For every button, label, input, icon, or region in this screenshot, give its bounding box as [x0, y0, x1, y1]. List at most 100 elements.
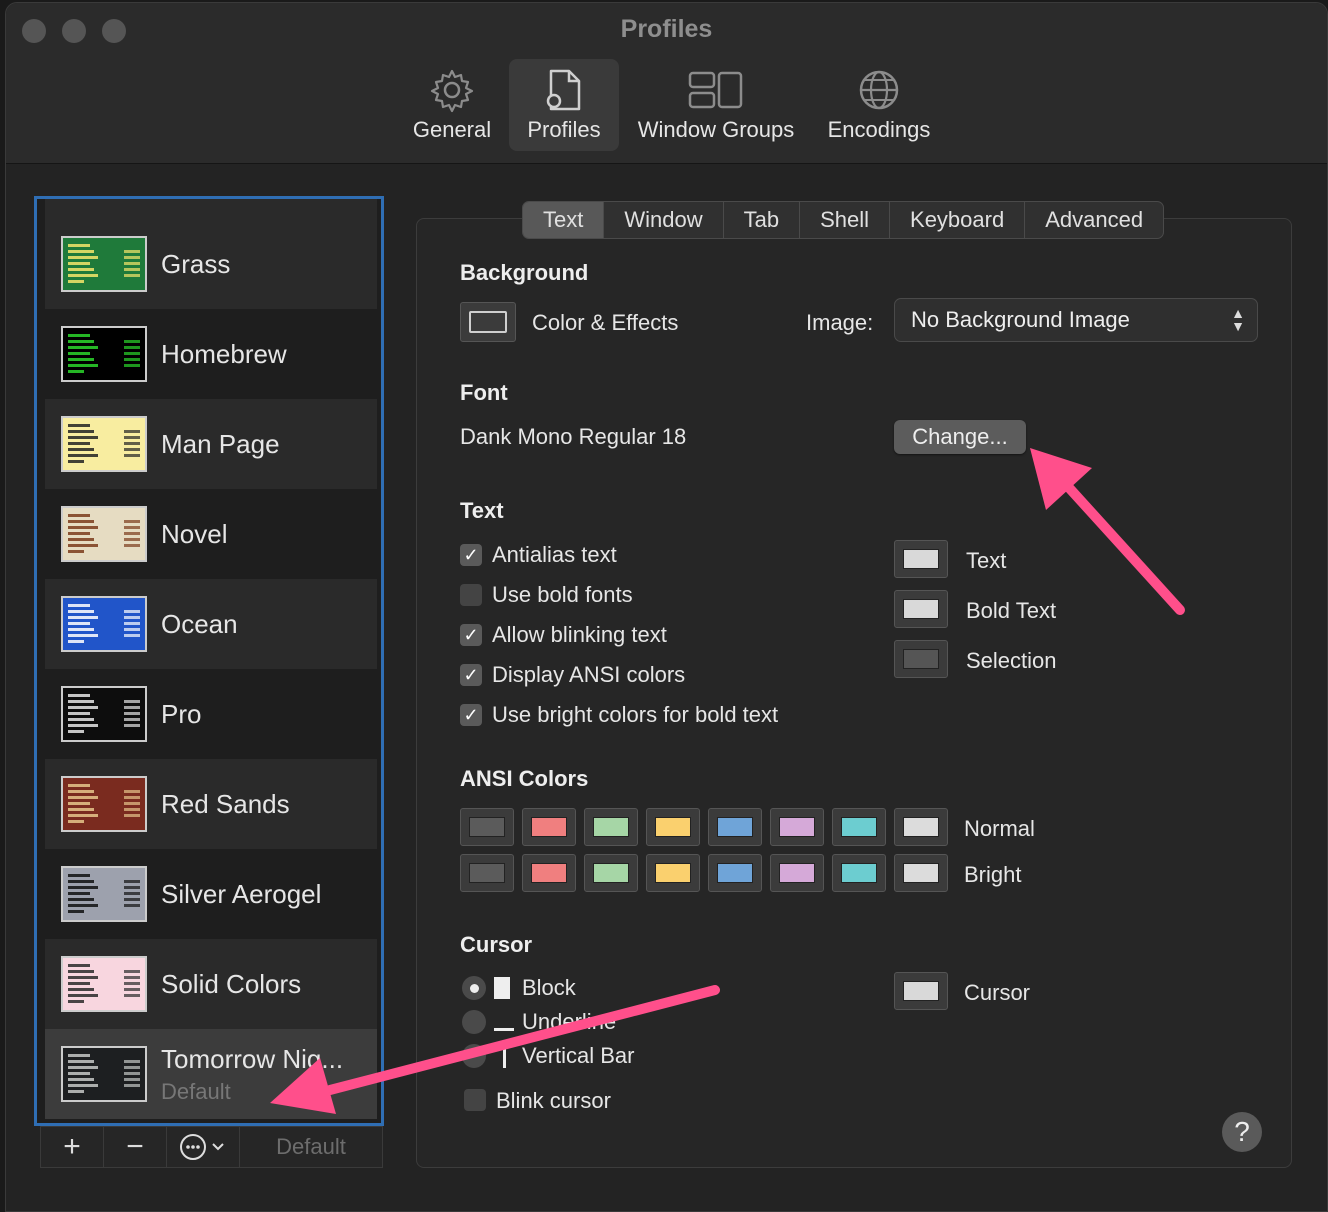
- profile-thumbnail: [61, 686, 147, 742]
- tab-window[interactable]: Window: [604, 202, 724, 238]
- ansi-normal-swatch[interactable]: [770, 808, 824, 846]
- more-actions-button[interactable]: [167, 1127, 240, 1167]
- cursor-underline-radio[interactable]: [462, 1010, 486, 1034]
- document-gear-icon: [546, 69, 581, 111]
- window-title: Profiles: [620, 15, 713, 43]
- profile-thumbnail: [61, 866, 147, 922]
- text-option-checkbox[interactable]: ✓: [460, 704, 482, 726]
- profile-row[interactable]: Solid Colors: [45, 939, 377, 1029]
- profile-row[interactable]: Novel: [45, 489, 377, 579]
- blink-cursor-label: Blink cursor: [496, 1088, 611, 1113]
- profile-thumbnail: [61, 956, 147, 1012]
- text-option-label: Display ANSI colors: [492, 662, 686, 687]
- ansi-bright-swatch[interactable]: [646, 854, 700, 892]
- text-heading: Text: [460, 498, 504, 523]
- text-option-checkbox[interactable]: ✓: [460, 544, 482, 566]
- ansi-normal-swatch[interactable]: [708, 808, 762, 846]
- text-option-label: Allow blinking text: [492, 622, 667, 647]
- font-value: Dank Mono Regular 18: [460, 424, 687, 449]
- profile-name: Novel: [161, 518, 228, 549]
- profile-name: Tomorrow Nig...: [161, 1043, 344, 1074]
- gear-icon: [430, 69, 474, 113]
- underline-cursor-icon: [494, 1028, 514, 1031]
- text-color-swatch[interactable]: [894, 640, 948, 678]
- ansi-normal-swatch[interactable]: [584, 808, 638, 846]
- profile-name: Ocean: [161, 608, 238, 639]
- cursor-vertical-bar-radio[interactable]: [462, 1044, 486, 1068]
- checkmark-icon: ✓: [463, 624, 479, 645]
- ansi-normal-swatch[interactable]: [646, 808, 700, 846]
- profile-row[interactable]: Tomorrow Nig... Default: [45, 1029, 377, 1119]
- checkmark-icon: ✓: [463, 544, 479, 565]
- ansi-bright-swatch[interactable]: [522, 854, 576, 892]
- ansi-bright-label: Bright: [964, 862, 1022, 887]
- profile-row[interactable]: Pro: [45, 669, 377, 759]
- tab-text[interactable]: Text: [523, 202, 605, 238]
- background-color-swatch[interactable]: [460, 302, 516, 342]
- ansi-bright-swatch[interactable]: [460, 854, 514, 892]
- checkmark-icon: ✓: [463, 704, 479, 725]
- profile-row[interactable]: Grass: [45, 219, 377, 309]
- profile-row[interactable]: Man Page: [45, 399, 377, 489]
- profile-row[interactable]: Homebrew: [45, 309, 377, 399]
- ansi-normal-label: Normal: [964, 816, 1035, 841]
- help-button[interactable]: ?: [1222, 1112, 1262, 1152]
- ansi-bright-swatch[interactable]: [770, 854, 824, 892]
- toolbar-window-groups[interactable]: Window Groups: [628, 59, 804, 151]
- toolbar-profiles[interactable]: Profiles: [509, 59, 619, 151]
- cursor-underline-label: Underline: [522, 1009, 617, 1034]
- toolbar-general[interactable]: General: [404, 59, 500, 151]
- blink-cursor-checkbox[interactable]: [464, 1089, 486, 1111]
- tab-tab[interactable]: Tab: [724, 202, 801, 238]
- cursor-color-swatch[interactable]: [894, 972, 948, 1010]
- ansi-normal-swatch[interactable]: [832, 808, 886, 846]
- add-profile-button[interactable]: +: [41, 1127, 104, 1167]
- ansi-bright-swatch[interactable]: [584, 854, 638, 892]
- globe-icon: [859, 70, 899, 110]
- text-option-checkbox[interactable]: ✓: [460, 664, 482, 686]
- updown-chevron-icon: ▲ ▼: [1231, 305, 1245, 334]
- profile-row[interactable]: Silver Aerogel: [45, 849, 377, 939]
- profile-thumbnail: [61, 776, 147, 832]
- font-heading: Font: [460, 380, 508, 405]
- profile-thumbnail: [61, 1046, 147, 1102]
- ansi-normal-swatch[interactable]: [460, 808, 514, 846]
- profile-row[interactable]: Red Sands: [45, 759, 377, 849]
- text-option-checkbox[interactable]: ✓: [460, 624, 482, 646]
- cursor-block-radio[interactable]: [462, 976, 486, 1000]
- ansi-bright-swatch[interactable]: [832, 854, 886, 892]
- background-image-select[interactable]: No Background Image ▲ ▼: [894, 298, 1258, 342]
- tab-shell[interactable]: Shell: [800, 202, 891, 238]
- ansi-bright-swatch[interactable]: [894, 854, 948, 892]
- profile-row-partial[interactable]: [45, 199, 377, 219]
- text-option-label: Use bright colors for bold text: [492, 702, 779, 727]
- color-effects-label: Color & Effects: [532, 310, 679, 335]
- profile-list-footer: + − Default: [40, 1126, 383, 1168]
- profile-name: Red Sands: [161, 788, 290, 819]
- profile-name: Pro: [161, 698, 202, 729]
- profile-thumbnail: [61, 236, 147, 292]
- checkmark-icon: ✓: [463, 664, 479, 685]
- change-font-button[interactable]: Change...: [894, 420, 1026, 454]
- text-option-checkbox[interactable]: [460, 584, 482, 606]
- profile-thumbnail: [61, 416, 147, 472]
- tab-keyboard[interactable]: Keyboard: [890, 202, 1026, 238]
- window-groups-icon: [688, 71, 743, 109]
- cursor-block-label: Block: [522, 975, 576, 1000]
- remove-profile-button[interactable]: −: [104, 1127, 167, 1167]
- ansi-normal-swatch[interactable]: [522, 808, 576, 846]
- text-color-label: Bold Text: [966, 598, 1057, 623]
- cursor-vertical-bar-label: Vertical Bar: [522, 1043, 635, 1068]
- set-default-button[interactable]: Default: [240, 1127, 382, 1167]
- ansi-bright-swatch[interactable]: [708, 854, 762, 892]
- text-option-label: Antialias text: [492, 542, 617, 567]
- text-color-swatch[interactable]: [894, 540, 948, 578]
- text-color-swatch[interactable]: [894, 590, 948, 628]
- tab-advanced[interactable]: Advanced: [1025, 202, 1163, 238]
- block-cursor-icon: [494, 977, 510, 999]
- profile-list[interactable]: Grass Homebrew Man Page Novel Ocean Pro Red Sa…: [34, 196, 384, 1126]
- ansi-normal-swatch[interactable]: [894, 808, 948, 846]
- profile-row[interactable]: Ocean: [45, 579, 377, 669]
- title-bar: Profiles General Profiles Window Groups: [6, 3, 1327, 164]
- toolbar-encodings[interactable]: Encodings: [818, 59, 940, 151]
